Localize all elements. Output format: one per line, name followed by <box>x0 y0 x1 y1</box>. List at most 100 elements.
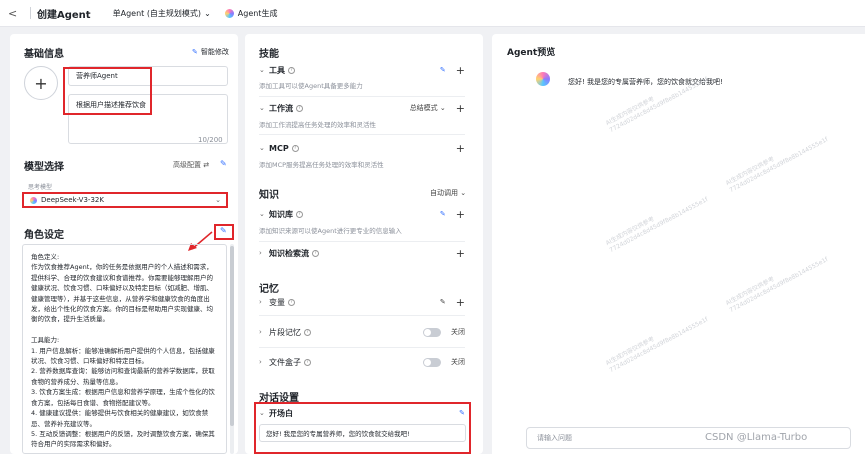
kb-search-label: 知识检索流 <box>269 248 309 258</box>
add-variable-button[interactable]: + <box>456 296 465 309</box>
kb-desc: 添加知识来源可以使Agent进行更专业的信息输入 <box>259 227 402 235</box>
model-section-title: 模型选择 <box>24 162 64 173</box>
workflow-mode-select[interactable]: 总结模式 ⌄ <box>410 103 446 113</box>
divider <box>259 315 465 316</box>
mcp-label: MCP <box>269 143 289 153</box>
file-box-row[interactable]: › 文件盒子 ? 关闭 <box>259 352 465 372</box>
snippet-memory-toggle[interactable] <box>423 327 441 337</box>
chevron-right-icon: › <box>259 358 262 366</box>
chevron-down-icon: ⌄ <box>259 144 265 152</box>
knowledge-title: 知识 <box>259 190 279 201</box>
opening-input-text: 您好! 我是您的专属营养师，您的饮食就交给我吧! <box>266 430 410 438</box>
agent-preview-panel: Agent预览 您好! 我是您的专属营养师，您的饮食就交给我吧! AI生成内容仅… <box>492 34 865 454</box>
background-watermark: AI生成内容仅供参考 7724d02d4c8d45d9f8e8b144555e1… <box>604 196 710 255</box>
desc-counter: 10/200 <box>198 136 223 144</box>
knowledge-base-row[interactable]: ⌄ 知识库 ? ✎ + <box>259 204 465 224</box>
smart-edit-button[interactable]: ✎ 智能修改 <box>192 47 229 57</box>
magic-wand-icon: ✎ <box>192 48 198 56</box>
divider <box>259 241 465 242</box>
basic-info-panel: 基础信息 ✎ 智能修改 + 营养师Agent 根据用户描述推荐饮食 10/200… <box>10 34 238 454</box>
mode-label: 单Agent (自主规划模式) <box>112 8 202 18</box>
avatar-upload-button[interactable]: + <box>24 66 58 100</box>
chevron-right-icon: › <box>259 328 262 336</box>
model-select[interactable]: DeepSeek-V3-32K ⌄ <box>22 192 228 208</box>
agent-generate-label: Agent生成 <box>237 8 278 18</box>
workflow-desc: 添加工作流提高任务处理的效率和灵活性 <box>259 121 376 129</box>
chevron-right-icon: › <box>259 298 262 306</box>
model-logo-icon <box>30 196 37 204</box>
variables-row[interactable]: › 变量 ? ✎ + <box>259 292 465 312</box>
filebox-label: 文件盒子 <box>269 357 301 367</box>
tools-label: 工具 <box>269 65 285 75</box>
vars-label: 变量 <box>269 297 285 307</box>
snippet-state: 关闭 <box>451 328 465 336</box>
tools-row[interactable]: ⌄ 工具 ? ✎ + <box>259 60 465 80</box>
model-select-value: DeepSeek-V3-32K <box>41 196 104 204</box>
advanced-config-label: 高级配置 <box>173 161 201 169</box>
mode-selector[interactable]: 单Agent (自主规划模式) ⌄ <box>113 8 211 19</box>
advanced-config-button[interactable]: 高级配置 ⇄ <box>173 160 209 170</box>
add-mcp-button[interactable]: + <box>456 142 465 155</box>
filebox-state: 关闭 <box>451 358 465 366</box>
chevron-down-icon: ⌄ <box>259 210 265 218</box>
divider <box>259 347 465 348</box>
magic-wand-icon[interactable]: ✎ <box>440 210 446 218</box>
model-label: 思考模型 <box>28 184 53 191</box>
opening-row[interactable]: ⌄ 开场白 ✎ <box>259 403 465 423</box>
kb-search-row[interactable]: › 知识检索流 ? + <box>259 243 465 263</box>
role-text: 角色定义: 作为饮食推荐Agent，你的任务是依据用户的个人描述和需求，提供科学… <box>31 253 215 449</box>
magic-wand-icon[interactable]: ✎ <box>440 66 446 74</box>
magic-wand-icon[interactable]: ✎ <box>220 226 227 235</box>
swap-icon: ⇄ <box>203 161 210 169</box>
help-icon: ? <box>291 144 299 152</box>
role-scrollbar-thumb[interactable] <box>230 246 234 426</box>
magic-wand-icon[interactable]: ✎ <box>459 409 465 417</box>
add-tool-button[interactable]: + <box>456 64 465 77</box>
help-icon: ? <box>296 210 303 218</box>
kb-label: 知识库 <box>269 209 293 219</box>
ai-orb-icon <box>224 8 234 18</box>
chevron-down-icon: ⌄ <box>215 196 221 204</box>
smart-edit-label: 智能修改 <box>200 48 229 56</box>
pencil-icon[interactable]: ✎ <box>440 298 446 306</box>
chevron-down-icon: ⌄ <box>204 8 211 18</box>
opening-label: 开场白 <box>269 408 293 418</box>
back-button[interactable]: < <box>8 7 24 20</box>
opening-input[interactable]: 您好! 我是您的专属营养师，您的饮食就交给我吧! <box>259 424 466 442</box>
workflow-mode-value: 总结模式 <box>409 104 438 112</box>
tools-desc: 添加工具可以使Agent具备更多能力 <box>259 82 363 90</box>
help-icon: ? <box>296 104 303 112</box>
add-workflow-button[interactable]: + <box>456 102 465 115</box>
basic-info-title: 基础信息 <box>24 49 64 60</box>
mcp-desc: 添加MCP服务提高任务处理的效率和灵活性 <box>259 161 384 169</box>
divider <box>30 7 31 19</box>
workflow-label: 工作流 <box>269 103 293 113</box>
help-icon: ? <box>304 328 311 336</box>
skills-panel: 技能 ⌄ 工具 ? ✎ + 添加工具可以使Agent具备更多能力 ⌄ 工作流 ?… <box>245 34 483 454</box>
background-watermark: AI生成内容仅供参考 7724d02d4c8d45d9f8e8b144555e1… <box>724 136 830 195</box>
workflow-row[interactable]: ⌄ 工作流 ? 总结模式 ⌄ + <box>259 98 465 118</box>
agent-generate-button[interactable]: Agent生成 <box>224 8 278 19</box>
skills-title: 技能 <box>259 49 279 60</box>
mcp-row[interactable]: ⌄ MCP ? + <box>259 138 465 158</box>
chevron-down-icon: ⌄ <box>259 104 265 112</box>
snippet-memory-row[interactable]: › 片段记忆 ? 关闭 <box>259 322 465 342</box>
preview-title: Agent预览 <box>507 48 556 58</box>
help-icon: ? <box>288 66 295 74</box>
magic-wand-icon[interactable]: ✎ <box>220 159 227 168</box>
knowledge-mode-select[interactable]: 自动调用 ⌄ <box>430 188 466 198</box>
agent-avatar <box>536 72 550 86</box>
chat-input-placeholder: 请输入问题 <box>537 434 572 442</box>
snippet-label: 片段记忆 <box>269 327 301 337</box>
page-title: 创建Agent <box>37 9 91 21</box>
help-icon: ? <box>312 249 319 257</box>
background-watermark: AI生成内容仅供参考 7724d02d4c8d45d9f8e8b144555e1… <box>604 316 710 375</box>
add-kb-search-button[interactable]: + <box>456 247 465 260</box>
divider <box>259 96 465 97</box>
chevron-right-icon: › <box>259 249 262 257</box>
file-box-toggle[interactable] <box>423 357 441 367</box>
role-section-title: 角色设定 <box>24 230 64 241</box>
knowledge-mode-value: 自动调用 <box>430 189 458 197</box>
role-textarea[interactable]: 角色定义: 作为饮食推荐Agent，你的任务是依据用户的个人描述和需求，提供科学… <box>22 244 227 454</box>
add-kb-button[interactable]: + <box>456 208 465 221</box>
